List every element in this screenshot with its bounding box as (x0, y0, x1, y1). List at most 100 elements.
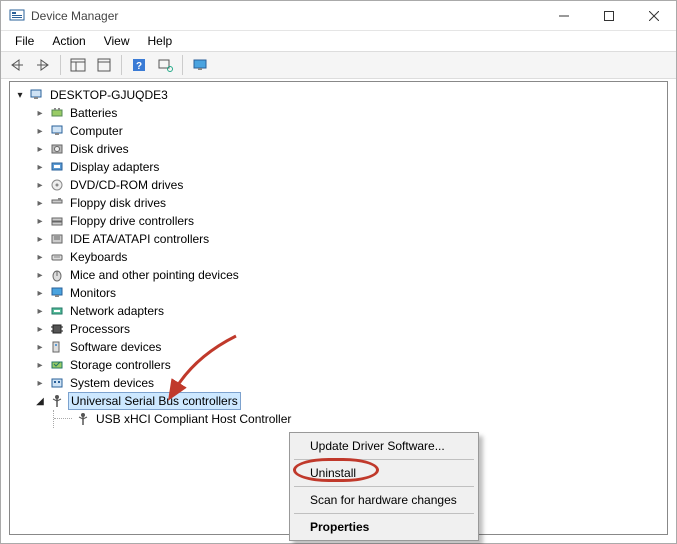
tree-category-floppy-controller[interactable]: ▸ Floppy drive controllers (12, 212, 665, 230)
dvd-cdrom-icon (49, 177, 65, 193)
collapse-icon[interactable]: ◢ (34, 396, 46, 407)
expand-icon[interactable]: ▸ (34, 288, 46, 299)
context-menu-properties[interactable]: Properties (292, 517, 476, 537)
expand-icon[interactable]: ▸ (34, 108, 46, 119)
expand-icon[interactable]: ▸ (34, 324, 46, 335)
tree-category-label: Universal Serial Bus controllers (68, 392, 241, 410)
tree-root-label: DESKTOP-GJUQDE3 (48, 87, 170, 103)
tree-category-label: IDE ATA/ATAPI controllers (68, 231, 211, 247)
disk-drives-icon (49, 141, 65, 157)
tree-category-usb[interactable]: ◢ Universal Serial Bus controllers (12, 392, 665, 410)
tree-category-network[interactable]: ▸ Network adapters (12, 302, 665, 320)
menu-action[interactable]: Action (44, 32, 93, 50)
expand-icon[interactable]: ▸ (34, 306, 46, 317)
tree-device-usb-xhci[interactable]: USB xHCI Compliant Host Controller (54, 410, 665, 428)
context-menu-scan[interactable]: Scan for hardware changes (292, 490, 476, 510)
tree-category-disk-drives[interactable]: ▸ Disk drives (12, 140, 665, 158)
tree-category-keyboards[interactable]: ▸ Keyboards (12, 248, 665, 266)
toolbar: ? (1, 51, 676, 79)
tree-category-dvd-cdrom[interactable]: ▸ DVD/CD-ROM drives (12, 176, 665, 194)
tree-category-floppy-disk[interactable]: ▸ Floppy disk drives (12, 194, 665, 212)
monitors-icon (49, 285, 65, 301)
menu-file[interactable]: File (7, 32, 42, 50)
properties-button[interactable] (92, 54, 116, 76)
tree-category-software[interactable]: ▸ Software devices (12, 338, 665, 356)
ide-ata-icon (49, 231, 65, 247)
expand-icon[interactable]: ▸ (34, 144, 46, 155)
tree-category-label: Disk drives (68, 141, 131, 157)
tree-category-computer[interactable]: ▸ Computer (12, 122, 665, 140)
keyboards-icon (49, 249, 65, 265)
help-button[interactable]: ? (127, 54, 151, 76)
expand-icon[interactable]: ▾ (14, 90, 26, 101)
menubar: File Action View Help (1, 31, 676, 51)
floppy-disk-icon (49, 195, 65, 211)
tree-category-processors[interactable]: ▸ Processors (12, 320, 665, 338)
toolbar-separator (121, 55, 122, 75)
software-icon (49, 339, 65, 355)
minimize-button[interactable] (541, 1, 586, 30)
tree-category-label: DVD/CD-ROM drives (68, 177, 185, 193)
device-tree[interactable]: ▾ DESKTOP-GJUQDE3 ▸Batteries▸Computer▸Di… (10, 82, 667, 432)
context-menu: Update Driver Software... Uninstall Scan… (289, 432, 479, 541)
expand-icon[interactable]: ▸ (34, 342, 46, 353)
storage-icon (49, 357, 65, 373)
tree-category-label: Software devices (68, 339, 163, 355)
tree-category-ide-ata[interactable]: ▸ IDE ATA/ATAPI controllers (12, 230, 665, 248)
menu-view[interactable]: View (96, 32, 138, 50)
expand-icon[interactable]: ▸ (34, 180, 46, 191)
tree-category-label: Floppy disk drives (68, 195, 168, 211)
tree-root[interactable]: ▾ DESKTOP-GJUQDE3 (12, 86, 665, 104)
close-button[interactable] (631, 1, 676, 30)
expand-icon[interactable]: ▸ (34, 234, 46, 245)
tree-category-mice[interactable]: ▸ Mice and other pointing devices (12, 266, 665, 284)
expand-icon[interactable]: ▸ (34, 162, 46, 173)
tree-device-label: USB xHCI Compliant Host Controller (94, 411, 293, 427)
expand-icon[interactable]: ▸ (34, 216, 46, 227)
back-button[interactable] (5, 54, 29, 76)
context-menu-separator (294, 513, 474, 514)
tree-category-system[interactable]: ▸ System devices (12, 374, 665, 392)
toolbar-separator (182, 55, 183, 75)
svg-text:?: ? (136, 61, 142, 72)
context-menu-update[interactable]: Update Driver Software... (292, 436, 476, 456)
scan-hardware-button[interactable] (153, 54, 177, 76)
tree-category-display-adapters[interactable]: ▸ Display adapters (12, 158, 665, 176)
tree-category-label: Processors (68, 321, 132, 337)
tree-category-label: Keyboards (68, 249, 129, 265)
context-menu-separator (294, 459, 474, 460)
tree-category-storage[interactable]: ▸Storage controllers (12, 356, 665, 374)
app-icon (9, 8, 25, 24)
expand-icon[interactable]: ▸ (34, 360, 46, 371)
expand-icon[interactable]: ▸ (34, 378, 46, 389)
expand-icon[interactable]: ▸ (34, 252, 46, 263)
tree-category-batteries[interactable]: ▸Batteries (12, 104, 665, 122)
menu-help[interactable]: Help (140, 32, 181, 50)
expand-icon[interactable]: ▸ (34, 270, 46, 281)
expand-icon[interactable]: ▸ (34, 126, 46, 137)
tree-category-label: Floppy drive controllers (68, 213, 196, 229)
computer-icon (49, 123, 65, 139)
display-adapters-icon (49, 159, 65, 175)
processors-icon (49, 321, 65, 337)
computer-icon (29, 87, 45, 103)
tree-category-label: System devices (68, 375, 156, 391)
batteries-icon (49, 105, 65, 121)
tree-connector (54, 410, 72, 419)
monitor-button[interactable] (188, 54, 212, 76)
tree-category-label: Network adapters (68, 303, 166, 319)
tree-category-label: Display adapters (68, 159, 161, 175)
context-menu-uninstall[interactable]: Uninstall (292, 463, 476, 483)
floppy-controller-icon (49, 213, 65, 229)
tree-category-label: Computer (68, 123, 125, 139)
tree-category-label: Mice and other pointing devices (68, 267, 241, 283)
usb-icon (49, 393, 65, 409)
forward-button[interactable] (31, 54, 55, 76)
expand-icon[interactable]: ▸ (34, 198, 46, 209)
mice-icon (49, 267, 65, 283)
network-icon (49, 303, 65, 319)
maximize-button[interactable] (586, 1, 631, 30)
show-hide-tree-button[interactable] (66, 54, 90, 76)
context-menu-separator (294, 486, 474, 487)
tree-category-monitors[interactable]: ▸Monitors (12, 284, 665, 302)
